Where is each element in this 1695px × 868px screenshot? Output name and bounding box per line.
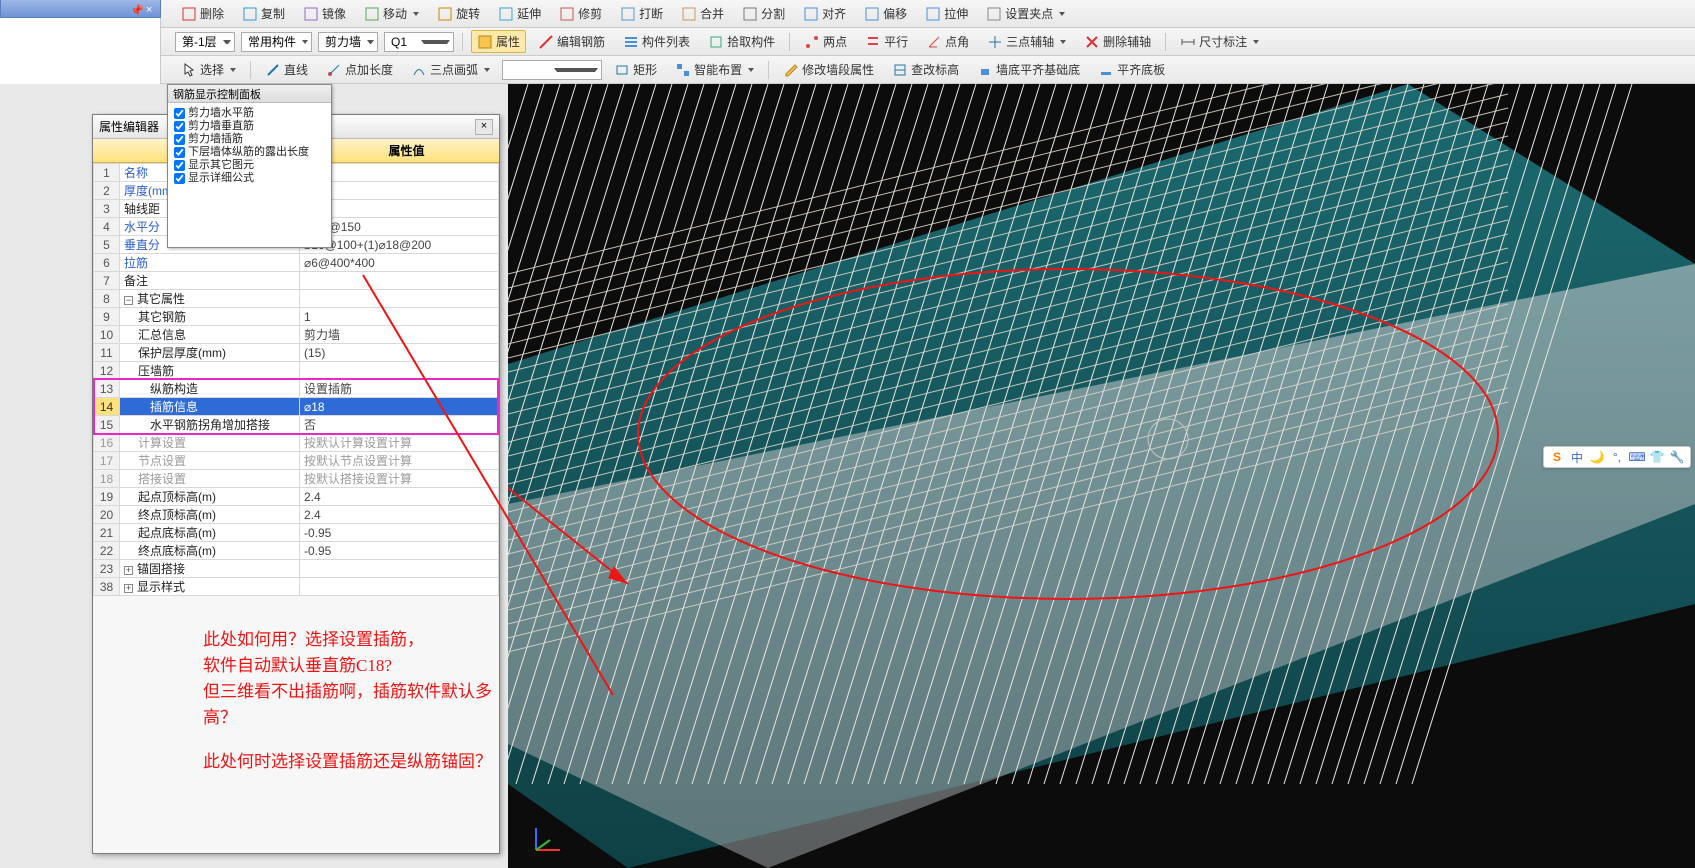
prop-row-22[interactable]: 22终点底标高(m)-0.95 xyxy=(94,542,499,560)
prop-row-9[interactable]: 9其它钢筋1 xyxy=(94,308,499,326)
left-dock-blank xyxy=(0,18,161,84)
btn-point-angle[interactable]: 点角 xyxy=(920,30,975,53)
btn-select[interactable]: 选择 xyxy=(175,58,242,81)
tb1-分割[interactable]: 分割 xyxy=(736,2,791,25)
chk-0[interactable]: 剪力墙水平筋 xyxy=(174,107,325,120)
axis-gizmo xyxy=(526,820,566,860)
combo-layer[interactable]: 第-1层 xyxy=(175,32,235,52)
tb1-拉伸[interactable]: 拉伸 xyxy=(919,2,974,25)
ime-skin-icon[interactable]: 👕 xyxy=(1649,449,1665,465)
prop-row-6[interactable]: 6拉筋⌀6@400*400 xyxy=(94,254,499,272)
chk-1[interactable]: 剪力墙垂直筋 xyxy=(174,120,325,133)
annotation-text: 此处如何用？选择设置插筋， 软件自动默认垂直筋C18? 但三维看不出插筋啊，插筋… xyxy=(203,627,499,775)
tb1-延伸[interactable]: 延伸 xyxy=(492,2,547,25)
ime-settings-icon[interactable]: 🔧 xyxy=(1669,449,1685,465)
close-icon[interactable]: × xyxy=(146,4,156,14)
btn-wall-base-align[interactable]: 墙底平齐基础底 xyxy=(971,58,1086,81)
prop-row-18[interactable]: 18搭接设置按默认搭接设置计算 xyxy=(94,470,499,488)
btn-wall-slab-align[interactable]: 平齐底板 xyxy=(1092,58,1171,81)
rebar-display-panel[interactable]: 钢筋显示控制面板 剪力墙水平筋剪力墙垂直筋剪力墙插筋下层墙体纵筋的露出长度显示其… xyxy=(167,84,332,248)
prop-header-value: 属性值 xyxy=(314,139,499,162)
ime-punct-icon[interactable]: °, xyxy=(1609,449,1625,465)
prop-row-23[interactable]: 23+锚固搭接 xyxy=(94,560,499,578)
checkbox[interactable] xyxy=(174,121,185,132)
btn-delete-aux[interactable]: 删除辅轴 xyxy=(1078,30,1157,53)
checkbox[interactable] xyxy=(174,160,185,171)
btn-rect[interactable]: 矩形 xyxy=(608,58,663,81)
prop-row-16[interactable]: 16计算设置按默认计算设置计算 xyxy=(94,434,499,452)
checkbox[interactable] xyxy=(174,173,185,184)
btn-modify-wall-props[interactable]: 修改墙段属性 xyxy=(777,58,880,81)
btn-arc-3pt[interactable]: 三点画弧 xyxy=(405,58,496,81)
tb1-对齐[interactable]: 对齐 xyxy=(797,2,852,25)
btn-properties[interactable]: 属性 xyxy=(471,30,526,53)
btn-pick-component[interactable]: 拾取构件 xyxy=(702,30,781,53)
chk-3[interactable]: 下层墙体纵筋的露出长度 xyxy=(174,146,325,159)
prop-row-20[interactable]: 20终点顶标高(m)2.4 xyxy=(94,506,499,524)
chk-4[interactable]: 显示其它图元 xyxy=(174,159,325,172)
prop-row-11[interactable]: 11保护层厚度(mm)(15) xyxy=(94,344,499,362)
3d-viewport[interactable] xyxy=(508,84,1695,868)
tb1-删除[interactable]: 删除 xyxy=(175,2,230,25)
prop-row-13[interactable]: 13纵筋构造设置插筋 xyxy=(94,380,499,398)
prop-row-12[interactable]: 12压墙筋 xyxy=(94,362,499,380)
ime-logo-icon: S xyxy=(1549,449,1565,465)
checkbox[interactable] xyxy=(174,108,185,119)
prop-row-17[interactable]: 17节点设置按默认节点设置计算 xyxy=(94,452,499,470)
prop-row-14[interactable]: 14插筋信息⌀18 xyxy=(94,398,499,416)
prop-row-38[interactable]: 38+显示样式 xyxy=(94,578,499,596)
close-button[interactable]: × xyxy=(475,119,493,135)
tb1-旋转[interactable]: 旋转 xyxy=(431,2,486,25)
btn-two-point[interactable]: 两点 xyxy=(798,30,853,53)
combo-code[interactable]: Q1 xyxy=(384,32,454,52)
tb1-设置夹点[interactable]: 设置夹点 xyxy=(980,2,1071,25)
prop-row-19[interactable]: 19起点顶标高(m)2.4 xyxy=(94,488,499,506)
prop-row-21[interactable]: 21起点底标高(m)-0.95 xyxy=(94,524,499,542)
btn-component-list[interactable]: 构件列表 xyxy=(617,30,696,53)
prop-row-8[interactable]: 8−其它属性 xyxy=(94,290,499,308)
rebar-display-title: 钢筋显示控制面板 xyxy=(168,85,331,103)
tb1-合并[interactable]: 合并 xyxy=(675,2,730,25)
tb1-偏移[interactable]: 偏移 xyxy=(858,2,913,25)
btn-dimension[interactable]: 尺寸标注 xyxy=(1174,30,1265,53)
btn-edit-rebar[interactable]: 编辑钢筋 xyxy=(532,30,611,53)
tb1-复制[interactable]: 复制 xyxy=(236,2,291,25)
ime-status-bar[interactable]: S 中 🌙 °, ⌨ 👕 🔧 xyxy=(1543,446,1691,468)
btn-line[interactable]: 直线 xyxy=(259,58,314,81)
ime-lang-icon[interactable]: 中 xyxy=(1569,449,1585,465)
checkbox[interactable] xyxy=(174,134,185,145)
btn-smart-layout[interactable]: 智能布置 xyxy=(669,58,760,81)
left-dock-header: 📌 × xyxy=(0,0,161,18)
tb1-镜像[interactable]: 镜像 xyxy=(297,2,352,25)
combo-sub[interactable]: 剪力墙 xyxy=(318,32,378,52)
checkbox[interactable] xyxy=(174,147,185,158)
pin-icon[interactable]: 📌 xyxy=(130,4,140,14)
tb1-打断[interactable]: 打断 xyxy=(614,2,669,25)
chk-2[interactable]: 剪力墙插筋 xyxy=(174,133,325,146)
property-editor-title: 属性编辑器 xyxy=(99,118,159,135)
btn-parallel[interactable]: 平行 xyxy=(859,30,914,53)
ime-keyboard-icon[interactable]: ⌨ xyxy=(1629,449,1645,465)
combo-component[interactable]: 常用构件 xyxy=(241,32,312,52)
btn-point-length[interactable]: 点加长度 xyxy=(320,58,399,81)
btn-three-pt-aux[interactable]: 三点辅轴 xyxy=(981,30,1072,53)
prop-row-10[interactable]: 10汇总信息剪力墙 xyxy=(94,326,499,344)
combo-draw-blank[interactable] xyxy=(502,60,602,80)
tb1-移动[interactable]: 移动 xyxy=(358,2,425,25)
toolbar-edit: 删除复制镜像移动旋转延伸修剪打断合并分割对齐偏移拉伸设置夹点 xyxy=(0,0,1695,28)
tb1-修剪[interactable]: 修剪 xyxy=(553,2,608,25)
toolbar-draw: 选择 直线 点加长度 三点画弧 矩形 智能布置 修改墙段属性 查改标高 墙底平齐… xyxy=(0,56,1695,84)
toolbar-component: 第-1层 常用构件 剪力墙 Q1 属性 编辑钢筋 构件列表 拾取构件 两点 平行… xyxy=(0,28,1695,56)
btn-check-elevation[interactable]: 查改标高 xyxy=(886,58,965,81)
chk-5[interactable]: 显示详细公式 xyxy=(174,172,325,185)
ime-moon-icon[interactable]: 🌙 xyxy=(1589,449,1605,465)
prop-row-15[interactable]: 15水平钢筋拐角增加搭接否 xyxy=(94,416,499,434)
prop-row-7[interactable]: 7备注 xyxy=(94,272,499,290)
